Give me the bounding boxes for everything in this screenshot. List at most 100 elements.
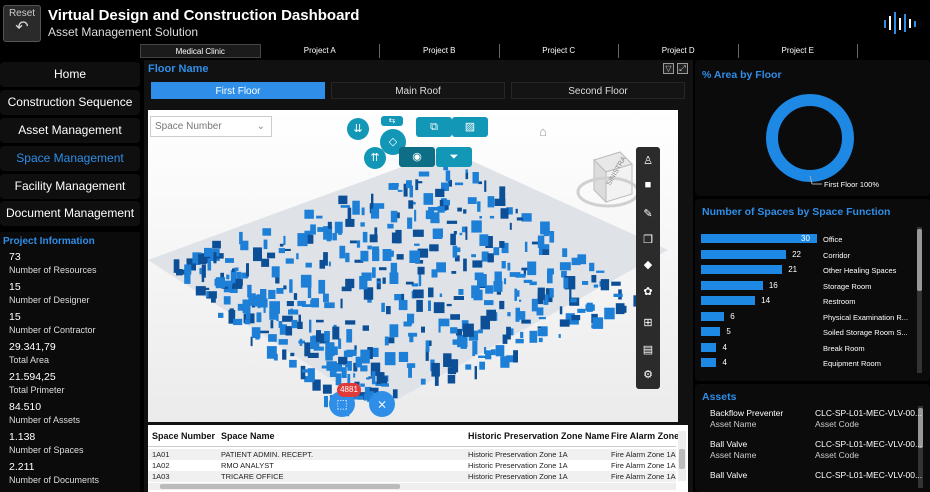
bar-2[interactable] xyxy=(701,265,783,274)
properties-icon[interactable]: ▤ xyxy=(636,339,660,361)
col-historic-zone[interactable]: Historic Preservation Zone Name xyxy=(468,431,610,441)
floor-name-title: Floor Name xyxy=(148,63,209,75)
asset-code[interactable]: CLC-SP-L01-MEC-VLV-00... xyxy=(815,408,922,418)
model-element xyxy=(394,294,403,301)
bar-8[interactable] xyxy=(701,358,717,367)
model-browser-icon[interactable]: ✿ xyxy=(636,281,660,303)
model-element xyxy=(223,280,233,285)
asset-name[interactable]: Ball Valve xyxy=(710,470,747,480)
model-element xyxy=(267,252,276,259)
table-row[interactable]: 1A02 RMO ANALYST Historic Preservation Zon… xyxy=(148,460,676,471)
model-element xyxy=(613,293,623,297)
col-space-number[interactable]: Space Number xyxy=(152,431,215,441)
model-element xyxy=(485,285,494,294)
bar-1[interactable] xyxy=(701,249,787,259)
tab-project-b[interactable]: Project B xyxy=(380,44,500,58)
upload-icon[interactable]: ⇈ xyxy=(364,147,386,169)
cube-icon[interactable]: ◆ xyxy=(636,254,660,276)
download-icon[interactable]: ⇊ xyxy=(347,118,369,140)
asset-code[interactable]: CLC-SP-L01-MEC-VLV-00... xyxy=(815,439,922,449)
asset-name[interactable]: Backflow Preventer xyxy=(710,408,783,418)
table-row[interactable]: 1A03 TRICARE OFFICE Historic Preservation … xyxy=(148,471,676,482)
area-donut-chart xyxy=(766,94,854,185)
person-walk-icon[interactable]: ♙ xyxy=(636,150,660,172)
donut-slice-first-floor[interactable] xyxy=(766,94,854,182)
model-element xyxy=(384,352,396,366)
settings-gear-icon[interactable]: ⚙ xyxy=(636,364,660,386)
funnel-filter-icon[interactable]: ⏷ xyxy=(436,147,472,167)
model-element xyxy=(345,278,355,289)
table-row[interactable]: 1A01 PATIENT ADMIN. RECEPT. Historic Prese… xyxy=(148,449,676,460)
tab-project-d[interactable]: Project D xyxy=(619,44,739,58)
model-element xyxy=(515,208,518,214)
col-fire-alarm-zone[interactable]: Fire Alarm Zone xyxy=(611,431,679,441)
reset-button[interactable]: Reset ↶ xyxy=(3,5,41,42)
bar-3[interactable] xyxy=(701,280,763,290)
model-element xyxy=(407,313,415,324)
model-element xyxy=(297,233,308,247)
filter-icon[interactable]: ▽ xyxy=(663,63,674,74)
model-element xyxy=(428,287,434,298)
model-element xyxy=(418,272,422,287)
home-view-icon[interactable]: ⌂ xyxy=(539,124,547,139)
nav-facility-management[interactable]: Facility Management xyxy=(0,174,140,199)
model-element xyxy=(472,172,479,184)
model-element xyxy=(239,231,243,245)
model-element xyxy=(397,189,403,192)
nav-construction-sequence[interactable]: Construction Sequence xyxy=(0,90,140,115)
tab-project-a[interactable]: Project A xyxy=(261,44,380,58)
model-element xyxy=(471,285,480,299)
model-element xyxy=(283,285,287,290)
asset-name[interactable]: Ball Valve xyxy=(710,439,747,449)
model-element xyxy=(215,277,225,289)
model-element xyxy=(582,281,589,285)
bar-panel-scrollbar[interactable] xyxy=(917,227,922,373)
measure-pencil-icon[interactable]: ✎ xyxy=(636,203,660,225)
bar-value-label: 30 xyxy=(801,234,810,243)
col-space-name[interactable]: Space Name xyxy=(221,431,275,441)
bar-0[interactable] xyxy=(701,234,817,243)
section-hatch-icon[interactable]: ▨ xyxy=(452,117,488,137)
model-element xyxy=(353,373,356,378)
expand-icon[interactable]: ⤢ xyxy=(677,63,688,74)
model-element xyxy=(338,338,342,349)
swap-arrows-icon[interactable]: ⇆ xyxy=(381,116,403,126)
model-element xyxy=(345,252,350,263)
hierarchy-icon[interactable]: ⊞ xyxy=(636,312,660,334)
vertical-scrollbar[interactable] xyxy=(678,431,686,481)
floor-first-floor[interactable]: First Floor xyxy=(151,82,325,99)
floor-second-floor[interactable]: Second Floor xyxy=(511,82,685,99)
nav-space-management[interactable]: Space Management xyxy=(0,146,140,171)
bar-7[interactable] xyxy=(701,342,717,352)
explode-icon[interactable]: ❒ xyxy=(636,229,660,251)
floor-main-roof[interactable]: Main Roof xyxy=(331,82,505,99)
model-element xyxy=(316,319,324,323)
reset-label: Reset xyxy=(8,8,36,19)
model-element xyxy=(392,389,398,399)
model-element xyxy=(371,371,376,385)
model-element xyxy=(390,262,398,276)
tab-medical-clinic[interactable]: Medical Clinic xyxy=(140,44,261,58)
tab-project-c[interactable]: Project C xyxy=(500,44,619,58)
bar-6[interactable] xyxy=(701,327,721,336)
view-cube-icon[interactable]: SINISTRA xyxy=(570,140,636,220)
model-element xyxy=(288,309,299,315)
focus-target-icon[interactable]: ◉ xyxy=(399,147,435,167)
model-element xyxy=(432,228,443,238)
clear-filter-icon[interactable]: ⨯ xyxy=(369,391,395,417)
horizontal-scrollbar[interactable] xyxy=(148,483,676,490)
bar-5[interactable] xyxy=(701,311,725,321)
nav-document-management[interactable]: Document Management xyxy=(0,201,140,226)
space-number-select[interactable]: Space Number ⌄ xyxy=(150,116,272,137)
model-element xyxy=(457,207,462,212)
info-assets: 84.510 Number of Assets xyxy=(9,401,81,425)
model-element xyxy=(305,262,312,268)
camera-icon[interactable]: ■ xyxy=(636,174,660,196)
tab-project-e[interactable]: Project E xyxy=(739,44,858,58)
bar-4[interactable] xyxy=(701,296,756,305)
asset-code[interactable]: CLC-SP-L01-MEC-VLV-00... xyxy=(815,470,922,480)
nav-home[interactable]: Home xyxy=(0,62,140,87)
nav-asset-management[interactable]: Asset Management xyxy=(0,118,140,143)
copy-view-icon[interactable]: ⧉ xyxy=(416,117,452,137)
model-element xyxy=(578,260,583,264)
